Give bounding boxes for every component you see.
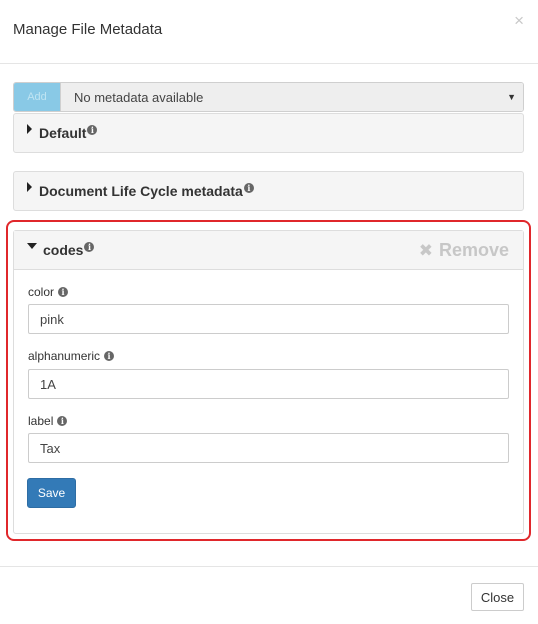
close-icon[interactable]: ×: [514, 12, 524, 29]
save-button[interactable]: Save: [27, 478, 76, 508]
panel-document-life-cycle-heading[interactable]: Document Life Cycle metadata i: [14, 172, 523, 210]
alphanumeric-label-text: alphanumeric: [28, 349, 101, 363]
label-field-value: Tax: [40, 440, 61, 456]
caret-right-icon: [27, 181, 32, 192]
color-label: color i: [28, 285, 69, 299]
alphanumeric-field[interactable]: 1A: [28, 369, 509, 399]
info-icon: i: [57, 416, 68, 426]
info-icon: i: [84, 242, 95, 252]
modal-title: Manage File Metadata: [13, 21, 163, 38]
remove-icon: ✖: [418, 240, 433, 260]
info-icon: i: [104, 351, 115, 361]
color-field[interactable]: pink: [28, 304, 509, 334]
panel-codes-heading[interactable]: codes i ✖ Remove: [14, 231, 523, 270]
modal-footer: Close: [0, 566, 538, 624]
close-button[interactable]: Close: [471, 583, 524, 611]
caret-right-icon: [27, 123, 32, 134]
panel-title: Document Life Cycle metadata: [39, 183, 243, 199]
info-icon: i: [58, 287, 69, 297]
metadata-select[interactable]: No metadata available ▼: [61, 83, 523, 111]
manage-metadata-modal: Manage File Metadata × Add No metadata a…: [0, 0, 538, 624]
panel-codes: codes i ✖ Remove color i pink alphanumer…: [13, 230, 524, 534]
metadata-select-value: No metadata available: [74, 89, 204, 105]
color-field-value: pink: [40, 311, 64, 327]
label-field[interactable]: Tax: [28, 433, 509, 463]
modal-header: Manage File Metadata ×: [0, 0, 538, 64]
panel-document-life-cycle: Document Life Cycle metadata i: [13, 171, 524, 211]
alphanumeric-field-value: 1A: [40, 376, 56, 392]
metadata-select-row: Add No metadata available ▼: [13, 82, 524, 112]
label-label-text: label: [28, 414, 54, 428]
remove-label: Remove: [438, 240, 509, 260]
panel-default: Default i: [13, 113, 524, 153]
add-metadata-button[interactable]: Add: [14, 83, 61, 111]
info-icon: i: [243, 183, 254, 193]
alphanumeric-label: alphanumeric i: [28, 349, 115, 363]
remove-button[interactable]: ✖ Remove: [419, 240, 509, 261]
label-label: label i: [28, 414, 68, 428]
caret-down-icon: [27, 242, 37, 249]
panel-default-heading[interactable]: Default i: [14, 114, 523, 152]
color-label-text: color: [28, 285, 55, 299]
panel-title: Default: [39, 125, 87, 141]
chevron-down-icon: ▼: [507, 92, 516, 102]
info-icon: i: [87, 125, 98, 135]
panel-title: codes: [43, 242, 84, 258]
